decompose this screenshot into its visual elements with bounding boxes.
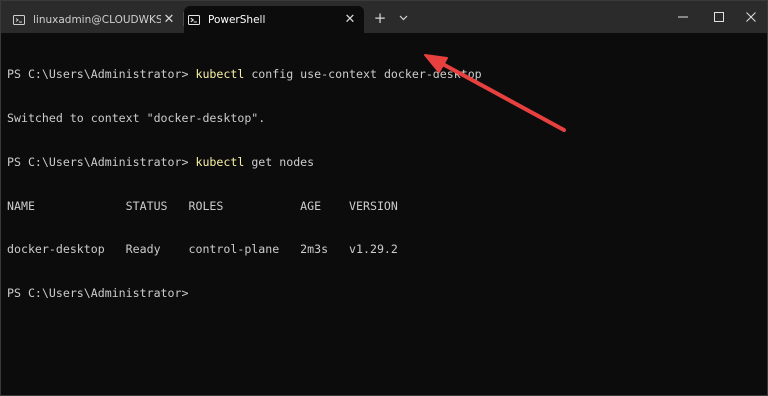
close-icon xyxy=(746,12,756,22)
tab-title: PowerShell xyxy=(208,13,266,26)
close-icon[interactable]: ✕ xyxy=(161,12,177,28)
title-bar[interactable]: linuxadmin@CLOUDWKST01: ~ ✕ PowerShell ✕… xyxy=(1,1,767,33)
command-name: kubectl xyxy=(195,154,245,169)
tab-title: linuxadmin@CLOUDWKST01: ~ xyxy=(33,13,161,26)
command-args: get nodes xyxy=(244,154,315,169)
maximize-icon xyxy=(714,12,724,22)
tab-linux[interactable]: linuxadmin@CLOUDWKST01: ~ ✕ xyxy=(9,6,183,33)
close-icon[interactable]: ✕ xyxy=(342,12,358,28)
tab-powershell[interactable]: PowerShell ✕ xyxy=(184,6,364,33)
output-line: Switched to context "docker-desktop". xyxy=(7,110,266,125)
close-button[interactable] xyxy=(733,1,767,33)
terminal-window: linuxadmin@CLOUDWKST01: ~ ✕ PowerShell ✕… xyxy=(0,0,768,396)
command-args: config use-context docker-desktop xyxy=(244,67,482,82)
minimize-button[interactable] xyxy=(665,1,701,33)
table-header: NAME STATUS ROLES AGE VERSION xyxy=(7,198,398,213)
command-line: PS C:\Users\Administrator> kubectl get n… xyxy=(7,155,763,170)
maximize-button[interactable] xyxy=(701,1,737,33)
prompt: PS C:\Users\Administrator> xyxy=(7,154,196,169)
prompt-line: PS C:\Users\Administrator> xyxy=(7,286,189,301)
new-tab-button[interactable]: + xyxy=(371,9,389,27)
terminal-output[interactable]: PS C:\Users\Administrator> kubectl confi… xyxy=(7,38,763,390)
minimize-icon xyxy=(678,16,688,18)
powershell-icon xyxy=(188,14,200,25)
command-name: kubectl xyxy=(195,67,245,82)
command-line: PS C:\Users\Administrator> kubectl confi… xyxy=(7,67,763,82)
chevron-down-icon[interactable] xyxy=(395,9,411,27)
table-row: docker-desktop Ready control-plane 2m3s … xyxy=(7,242,398,257)
linux-terminal-icon xyxy=(13,14,25,25)
prompt: PS C:\Users\Administrator> xyxy=(7,67,196,82)
